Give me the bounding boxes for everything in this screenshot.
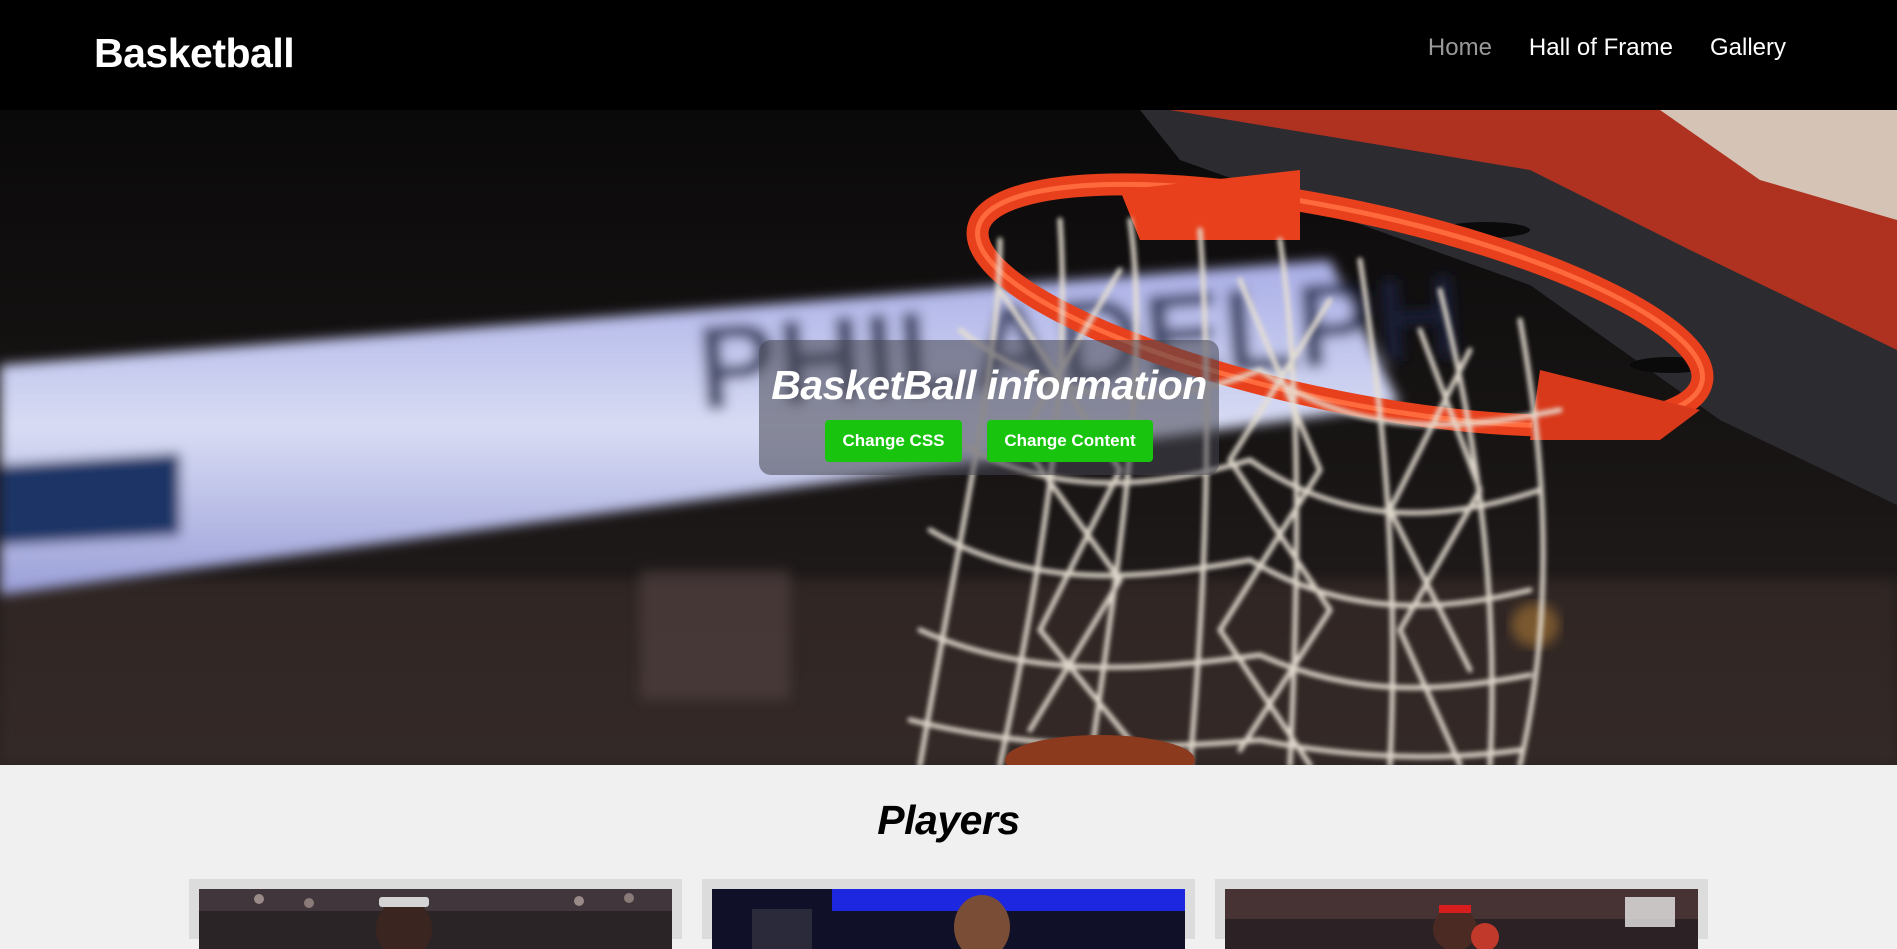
change-content-button[interactable]: Change Content	[987, 420, 1153, 462]
player-card[interactable]	[189, 879, 682, 949]
top-navbar: Basketball Home Hall of Frame Gallery	[0, 0, 1897, 110]
hero-info-panel: BasketBall information Change CSS Change…	[759, 340, 1219, 475]
player-card[interactable]	[1215, 879, 1708, 949]
change-css-button[interactable]: Change CSS	[825, 420, 962, 462]
hero-title: BasketBall information	[771, 362, 1207, 408]
hero-banner: PHILADELPH	[0, 110, 1897, 765]
player-photo	[712, 889, 1185, 949]
players-heading: Players	[877, 797, 1020, 843]
nav-link-gallery[interactable]: Gallery	[1710, 34, 1786, 62]
player-photo	[199, 889, 672, 949]
player-card[interactable]	[702, 879, 1195, 949]
nav-link-hall-of-frame[interactable]: Hall of Frame	[1529, 34, 1673, 62]
brand-logo[interactable]: Basketball	[94, 30, 295, 77]
player-photo	[1225, 889, 1698, 949]
nav-links: Home Hall of Frame Gallery	[1428, 34, 1786, 62]
nav-link-home[interactable]: Home	[1428, 34, 1492, 62]
